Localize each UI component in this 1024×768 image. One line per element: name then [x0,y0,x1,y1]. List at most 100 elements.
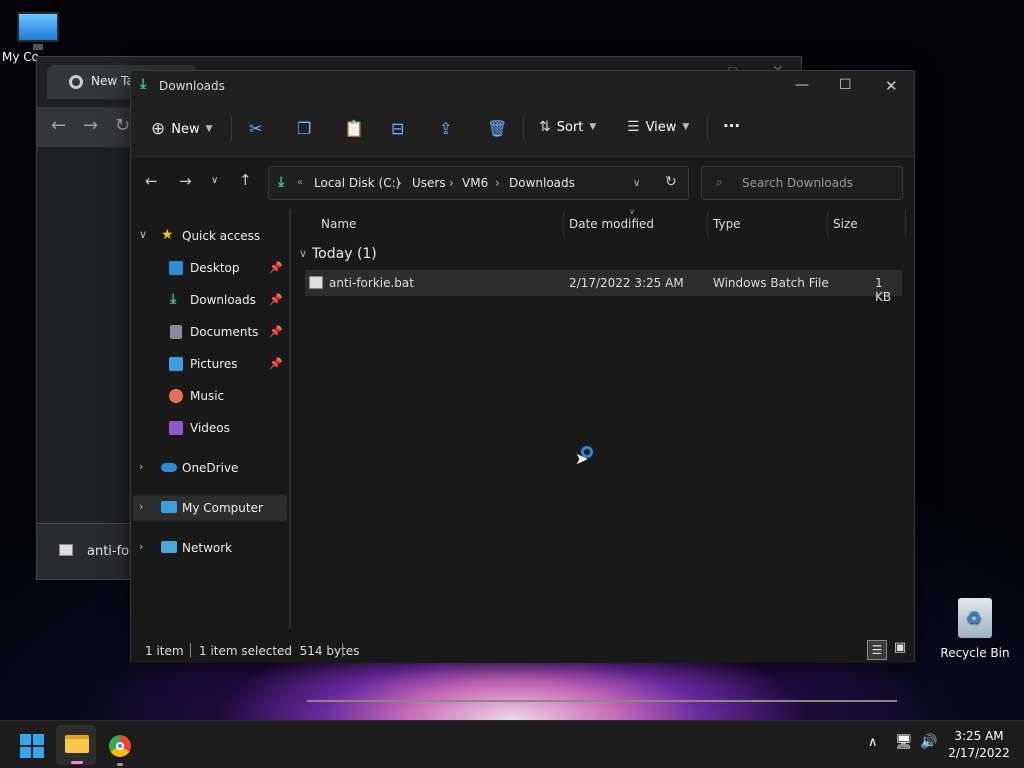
download-item[interactable]: anti-for [87,544,134,559]
back-icon[interactable]: ← [51,115,66,136]
breadcrumb-users[interactable]: Users [412,176,446,190]
close-icon[interactable]: ✕ [885,77,898,95]
share-icon[interactable]: ⇪ [439,119,452,138]
rename-icon[interactable]: ⊟ [391,119,404,138]
nav-onedrive[interactable]: › OneDrive [131,455,289,481]
sort-button[interactable]: ⇅ Sort ▼ [539,119,596,135]
network-icon [161,541,177,553]
nav-label: Documents [190,325,259,339]
view-label: View [645,119,677,135]
chevron-down-icon: ▼ [589,122,597,132]
taskbar: ∧ 🖥 🔊 3:25 AM 2/17/2022 [0,720,1024,768]
sort-icon: ⇅ [539,119,551,135]
column-header-name[interactable]: Name [321,217,356,231]
nav-label: Videos [190,421,230,435]
breadcrumb-local-disk[interactable]: Local Disk (C:) [314,176,400,190]
nav-label: Pictures [190,357,238,371]
back-icon[interactable]: ← [145,172,158,190]
up-icon[interactable]: ↑ [239,171,252,189]
title-bar: ⤓ Downloads — ☐ ✕ [131,71,914,101]
nav-my-computer[interactable]: › My Computer [133,495,287,521]
download-arrow-icon: ⤓ [140,76,147,92]
pin-icon: 📌 [269,357,283,370]
computer-icon [161,501,177,513]
nav-label: Music [190,389,225,403]
new-label: New [171,121,200,137]
desktop-icon-recycle-bin[interactable]: ♻ Recycle Bin [939,598,1011,660]
bat-file-icon [309,276,323,289]
minimize-icon[interactable]: — [795,77,809,93]
show-hidden-icons-chevron-icon[interactable]: ∧ [868,735,878,750]
plus-circle-icon: ⊕ [151,119,166,139]
nav-label: OneDrive [182,461,239,475]
delete-icon[interactable]: 🗑 [487,119,507,138]
start-windows-icon[interactable] [20,734,44,758]
nav-item-desktop[interactable]: Desktop 📌 [131,255,289,281]
chrome-icon [69,75,83,89]
nav-item-videos[interactable]: Videos [131,415,289,441]
file-row[interactable]: anti-forkie.bat 2/17/2022 3:25 AM Window… [305,270,902,304]
more-options-button[interactable]: ··· [723,117,740,135]
recent-chevron-icon[interactable]: ∨ [211,175,218,186]
nav-item-documents[interactable]: Documents 📌 [131,319,289,345]
maximize-icon[interactable]: ☐ [839,77,852,93]
pin-icon: 📌 [269,293,283,306]
horizontal-scrollbar[interactable] [307,700,897,702]
desktop-icon-label: Recycle Bin [940,646,1010,660]
nav-quick-access[interactable]: ∨ ★ Quick access [131,223,289,249]
address-bar[interactable]: ⤓ « Local Disk (C:) › Users › VM6 › Down… [268,166,689,200]
breadcrumb-overflow[interactable]: « [297,177,303,188]
search-icon: ⌕ [716,175,723,189]
group-chevron-icon[interactable]: ∨ [299,247,307,260]
volume-icon[interactable]: 🔊 [920,734,937,750]
cut-icon[interactable]: ✂ [249,119,262,138]
file-date: 2/17/2022 3:25 AM [569,276,684,290]
group-header[interactable]: Today (1) [312,246,377,262]
paste-icon[interactable]: 📋 [344,119,364,138]
pin-icon: 📌 [269,261,283,274]
chevron-down-icon: ▼ [205,124,213,134]
search-input[interactable]: ⌕ Search Downloads [701,166,903,200]
sort-label: Sort [556,119,584,135]
music-icon [169,389,183,403]
view-icon: ☰ [627,119,640,135]
folder-icon [65,735,89,753]
new-button[interactable]: ⊕ New ▼ [151,119,213,139]
star-icon: ★ [161,227,174,243]
forward-icon[interactable]: → [83,115,98,136]
breadcrumb-downloads[interactable]: Downloads [509,176,575,190]
breadcrumb-vm6[interactable]: VM6 [462,176,488,190]
clock[interactable]: 3:25 AM 2/17/2022 [944,728,1014,762]
reload-icon[interactable]: ↻ [115,115,130,136]
documents-icon [170,325,182,339]
copy-icon[interactable]: ❐ [297,119,311,138]
address-dropdown-icon[interactable]: ∨ [633,178,640,189]
cloud-icon [161,463,177,472]
column-header-type[interactable]: Type [713,217,741,231]
nav-network[interactable]: › Network [131,535,289,561]
refresh-icon[interactable]: ↻ [665,174,677,190]
network-status-icon[interactable]: 🖥 [895,734,913,750]
status-bar: 1 item 1 item selected 514 bytes ☰ ▣ [131,637,914,663]
recycle-bin-icon: ♻ [958,598,992,638]
taskbar-file-explorer[interactable] [56,725,96,765]
nav-item-pictures[interactable]: Pictures 📌 [131,351,289,377]
nav-label: Downloads [190,293,256,307]
explorer-window[interactable]: ⤓ Downloads — ☐ ✕ ⊕ New ▼ ✂ ❐ 📋 ⊟ ⇪ 🗑 ⇅ … [130,70,915,702]
column-header-size[interactable]: Size [833,217,858,231]
clock-date: 2/17/2022 [948,746,1010,760]
nav-item-music[interactable]: Music [131,383,289,409]
file-size: 1 KB [875,276,892,304]
file-list: Name ∨ Date modified Type Size ∨ Today (… [293,207,915,702]
taskbar-chrome[interactable] [100,725,140,766]
sort-chevron-icon: ∨ [629,207,635,216]
view-button[interactable]: ☰ View ▼ [627,119,689,135]
nav-item-downloads[interactable]: ⤓ Downloads 📌 [131,287,289,313]
column-header-date[interactable]: Date modified [569,217,654,231]
tiles-view-icon[interactable]: ▣ [891,640,909,658]
search-placeholder: Search Downloads [742,176,853,190]
forward-icon[interactable]: → [179,172,192,190]
file-type: Windows Batch File [713,276,829,290]
monitor-icon [17,12,59,50]
details-view-icon[interactable]: ☰ [867,640,887,660]
